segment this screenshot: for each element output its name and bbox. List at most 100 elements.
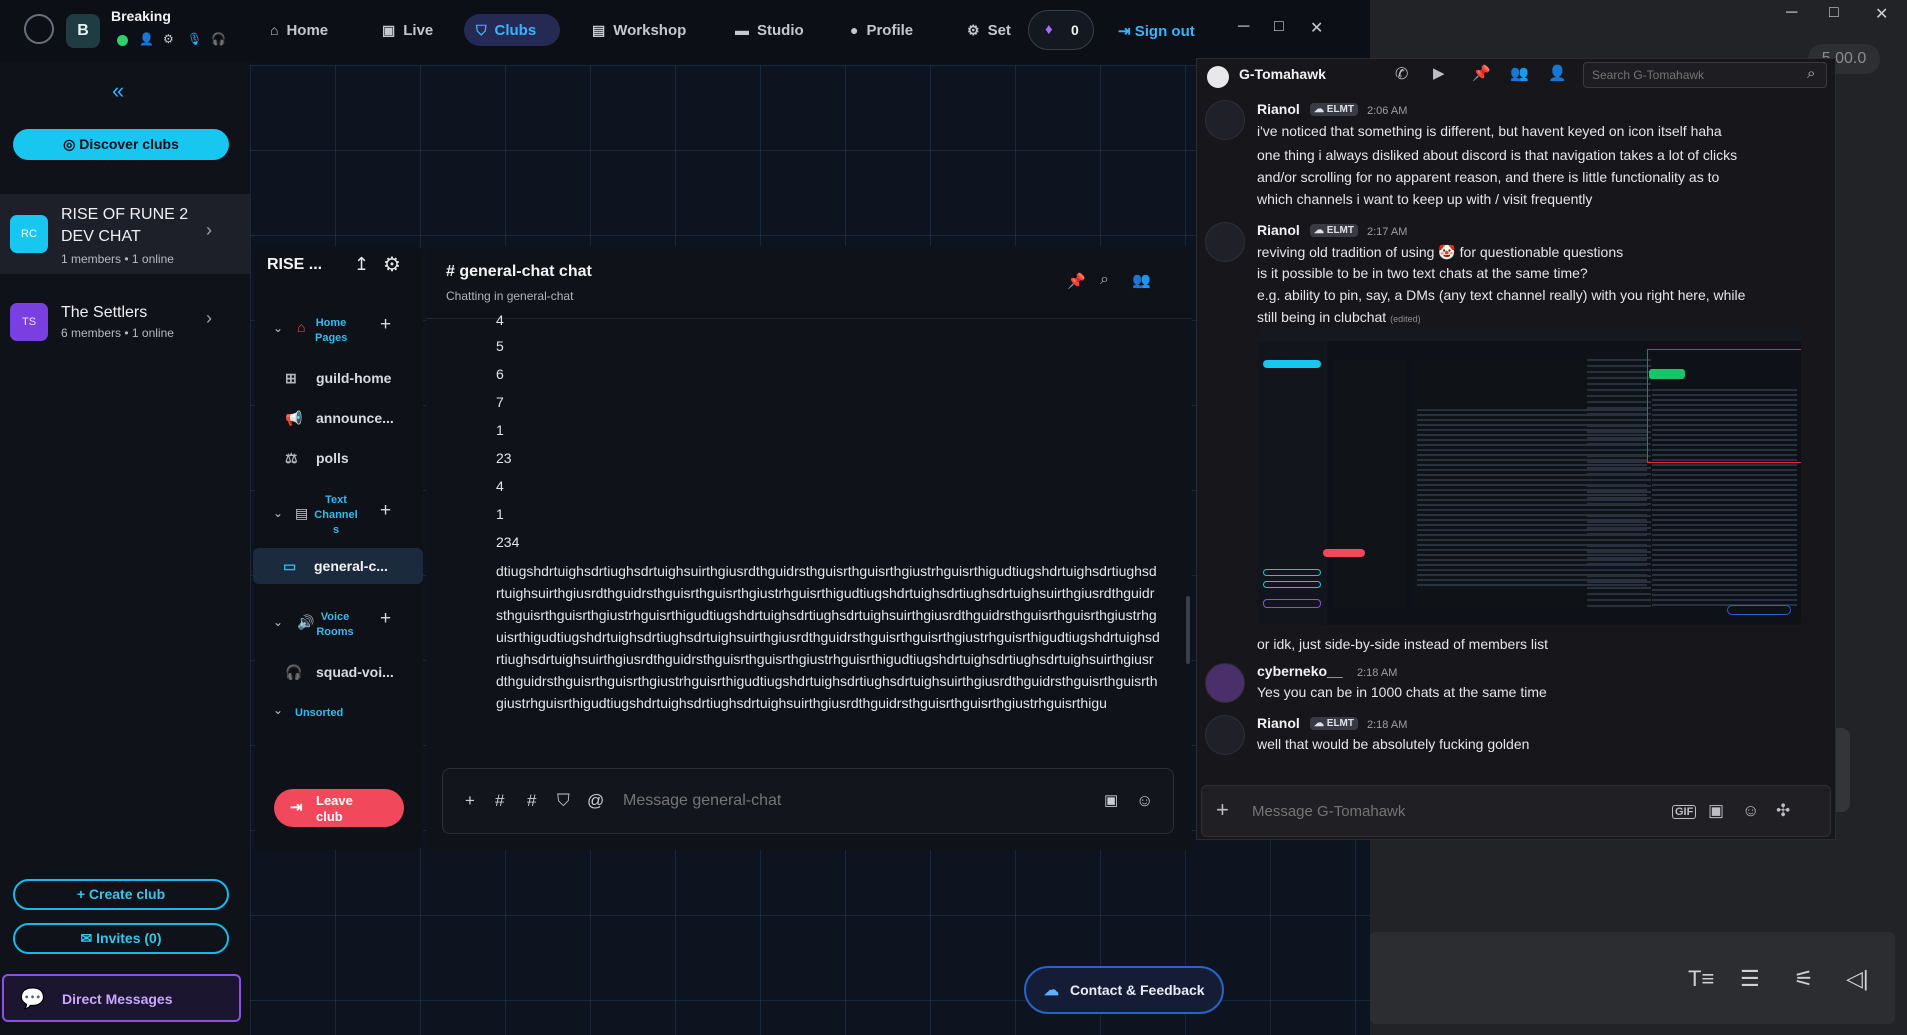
channel-guild-home[interactable]: ⊞ guild-home [255,360,423,396]
discover-clubs-button[interactable]: ◎ Discover clubs [13,129,229,160]
avatar[interactable] [1205,715,1245,755]
search-icon[interactable]: ⌕ [1100,271,1109,289]
app-maximize-icon[interactable]: □ [1274,18,1284,36]
club-item-rise-of-rune[interactable]: RC RISE OF RUNE 2 DEV CHAT 1 members • 1… [0,194,250,274]
message-author[interactable]: Rianol [1257,101,1300,117]
hash-alt-icon[interactable]: # [527,791,536,811]
pin-icon[interactable]: 📌 [1472,64,1491,82]
user-profile-icon[interactable]: 👤 [1548,64,1567,82]
add-text-channel-icon[interactable]: + [380,500,391,522]
nav-workshop[interactable]: ▤ Workshop [580,14,698,46]
list-icon[interactable]: ☰ [1740,966,1760,992]
mic-icon[interactable]: 🎙 [187,32,202,46]
message-input[interactable] [623,786,1143,816]
headphones-icon[interactable]: 🎧 [211,32,226,46]
invites-button[interactable]: ✉ Invites (0) [13,923,229,954]
phone-icon[interactable]: ✆ [1395,64,1408,84]
add-friend-icon[interactable]: 👥 [1510,64,1529,82]
attachment-contact [1727,605,1791,615]
channel-squad-voice[interactable]: 🎧 squad-voi... [255,654,423,690]
nav-profile[interactable]: ● Profile [838,14,925,46]
chevron-down-icon[interactable]: ⌄ [273,615,283,629]
long-message: dtiugshdrtuighsdrtiughsdrtuighsuirthgius… [496,563,1160,711]
nav-studio[interactable]: ▬ Studio [723,14,816,46]
club-name: RISE OF RUNE 2 [61,206,189,223]
dm-search-input[interactable] [1583,62,1827,88]
mention-icon[interactable]: @ [587,791,604,811]
club-item-the-settlers[interactable]: TS The Settlers 6 members • 1 online › [0,290,250,370]
collapse-sidebar-icon[interactable]: « [112,78,124,104]
user-avatar[interactable]: B [66,14,100,48]
app-minimize-icon[interactable]: ─ [1238,18,1249,36]
message-author[interactable]: cyberneko__ [1257,663,1343,679]
text-channels-icon: ▤ [295,505,309,521]
user-icon[interactable]: 👤 [139,32,154,46]
message-author[interactable]: Rianol [1257,715,1300,731]
sticker-icon[interactable]: ▣ [1708,801,1724,821]
chevron-down-icon[interactable]: ⌄ [273,321,283,335]
channel-polls[interactable]: ⚖ polls [255,440,423,476]
video-icon[interactable]: ▶ [1433,64,1445,82]
emoji-icon[interactable]: ☺ [1742,801,1759,821]
scrollbar[interactable] [1186,596,1190,664]
category-text-channels[interactable]: Text Channel s [313,493,359,538]
channel-general-chat[interactable]: ▭ general-c... [253,548,423,584]
contact-feedback-button[interactable]: ☁ Contact & Feedback [1024,966,1224,1014]
image-attachment[interactable] [1257,329,1801,625]
category-unsorted[interactable]: Unsorted [295,706,343,721]
app-window: B Breaking 👤 ⚙ 🎙 🎧 ⌂ Home ▣ Live ⛉ Clubs ▤ W… [0,0,1370,1035]
attachment-outline [1263,581,1321,588]
channel-announcements[interactable]: 📢 announce... [255,400,423,436]
message-line: 7 [496,394,504,410]
text-format-icon[interactable]: T≡ [1688,966,1714,992]
leave-club-button[interactable]: ⇥ Leave club [274,789,404,827]
maximize-icon[interactable]: □ [1829,4,1839,22]
create-club-button[interactable]: + Create club [13,879,229,910]
direct-messages-button[interactable]: 💬 Direct Messages [2,974,241,1022]
minimize-icon[interactable]: ─ [1786,4,1797,22]
chat-title: # general-chat chat [446,263,592,280]
category-home-pages[interactable]: Home Pages [315,316,347,346]
credits-badge[interactable]: ♦ 0 [1028,10,1094,50]
club-title[interactable]: RISE ... [267,256,322,274]
gear-icon: ⚙ [967,22,980,38]
hash-icon[interactable]: # [495,791,504,811]
avatar[interactable] [1205,222,1245,262]
dm-message-input[interactable] [1252,798,1652,824]
close-icon[interactable]: ✕ [1875,4,1888,24]
nav-clubs[interactable]: ⛉ Clubs [464,14,560,46]
volume-icon[interactable]: ◁| [1846,966,1869,992]
chevron-down-icon[interactable]: ⌄ [273,506,283,520]
nav-live[interactable]: ▣ Live [370,14,445,46]
sign-out-button[interactable]: ⇥ Sign out [1118,22,1195,40]
sliders-icon[interactable]: ⚟ [1794,966,1814,992]
attachment-icon[interactable]: ▣ [1104,791,1118,809]
nav-settings[interactable]: ⚙ Set [955,14,1025,46]
shield-icon[interactable]: ⛉ [557,791,570,811]
category-voice-rooms[interactable]: Voice Rooms [315,610,355,640]
gear-small-icon[interactable]: ⚙ [163,32,174,46]
chevron-down-icon[interactable]: ⌄ [273,703,283,717]
nav-home[interactable]: ⌂ Home [258,14,340,46]
add-page-icon[interactable]: + [380,314,391,336]
message-text: and/or scrolling for no apparent reason,… [1257,169,1720,185]
avatar[interactable] [1205,100,1245,140]
apps-icon[interactable]: ✣ [1776,801,1790,821]
members-icon[interactable]: 👥 [1132,271,1151,289]
avatar[interactable] [1205,663,1245,703]
plus-icon[interactable]: + [1216,797,1229,823]
plus-icon[interactable]: + [465,791,475,811]
upload-icon[interactable]: ↥ [354,254,369,275]
club-settings-icon[interactable]: ⚙ [383,252,401,277]
emoji-icon[interactable]: ☺ [1136,791,1153,811]
message-author[interactable]: Rianol [1257,222,1300,238]
add-voice-room-icon[interactable]: + [380,608,391,630]
attachment-leave [1323,549,1365,557]
message-time: 2:06 AM [1367,105,1408,117]
app-close-icon[interactable]: ✕ [1310,18,1323,38]
pin-icon[interactable]: 📌 [1067,272,1086,290]
gif-icon[interactable]: GIF [1672,805,1697,819]
club-avatar: RC [10,215,48,253]
headphones-icon: 🎧 [285,664,303,680]
shield-icon: ⛉ [476,22,487,38]
